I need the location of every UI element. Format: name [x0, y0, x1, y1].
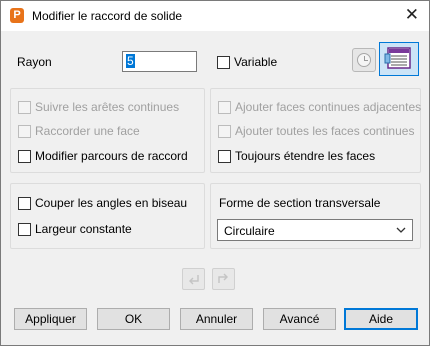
checkbox-box [217, 55, 230, 69]
checkbox-label: Ajouter toutes les faces continues [235, 124, 415, 138]
chevron-down-icon [396, 227, 406, 233]
checkbox-label: Modifier parcours de raccord [35, 149, 188, 163]
checkbox-label: Suivre les arêtes continues [35, 100, 180, 114]
variable-label: Variable [234, 55, 278, 69]
checkbox-box [18, 149, 31, 163]
help-button[interactable]: Aide [344, 308, 418, 330]
checkbox-label: Largeur constante [35, 222, 132, 236]
forward-arrow-icon [218, 273, 228, 283]
right-options-group: Ajouter faces continues adjacentes Ajout… [210, 88, 421, 173]
checkbox-box [218, 100, 231, 114]
radius-label: Rayon [17, 55, 52, 69]
radius-input[interactable]: 5 [122, 51, 197, 72]
variable-checkbox[interactable]: Variable [217, 55, 277, 69]
checkbox-box [18, 196, 31, 210]
ok-button[interactable]: OK [97, 308, 170, 330]
checkbox-label: Couper les angles en biseau [35, 196, 188, 210]
follow-continuous-edges-checkbox[interactable]: Suivre les arêtes continues [18, 100, 179, 114]
checkbox-label: Raccorder une face [35, 124, 140, 138]
app-logo-icon: P [10, 8, 24, 23]
fillet-one-face-checkbox[interactable]: Raccorder une face [18, 124, 140, 138]
advanced-button[interactable]: Avancé [263, 308, 336, 330]
cancel-button[interactable]: Annuler [180, 308, 253, 330]
title-bar[interactable]: P Modifier le raccord de solide ✕ [1, 1, 429, 31]
chamfer-corners-checkbox[interactable]: Couper les angles en biseau [18, 196, 187, 210]
checkbox-box [18, 100, 31, 114]
checkbox-box [18, 124, 31, 138]
checkbox-label: Ajouter faces continues adjacentes [235, 100, 422, 114]
modify-fillet-path-checkbox[interactable]: Modifier parcours de raccord [18, 149, 188, 163]
apply-button[interactable]: Appliquer [14, 308, 87, 330]
back-arrow-icon [189, 275, 199, 285]
checkbox-label: Toujours étendre les faces [235, 149, 376, 163]
form-table-icon [384, 47, 411, 69]
add-all-continuous-faces-checkbox[interactable]: Ajouter toutes les faces continues [218, 124, 414, 138]
add-adjacent-continuous-faces-checkbox[interactable]: Ajouter faces continues adjacentes [218, 100, 421, 114]
radius-value: 5 [126, 54, 135, 68]
corner-options-group: Couper les angles en biseau Largeur cons… [10, 183, 205, 249]
timer-button[interactable] [352, 48, 376, 72]
dialog-window: P Modifier le raccord de solide ✕ Rayon … [0, 0, 430, 346]
checkbox-box [218, 149, 231, 163]
cross-section-value: Circulaire [224, 224, 275, 238]
form-button[interactable] [379, 42, 419, 76]
always-extend-faces-checkbox[interactable]: Toujours étendre les faces [218, 149, 375, 163]
window-title: Modifier le raccord de solide [32, 9, 183, 23]
close-icon[interactable]: ✕ [405, 5, 419, 25]
cross-section-select[interactable]: Circulaire [217, 219, 413, 241]
checkbox-box [18, 222, 31, 236]
left-options-group: Suivre les arêtes continues Raccorder un… [10, 88, 205, 173]
constant-width-checkbox[interactable]: Largeur constante [18, 222, 132, 236]
back-button[interactable] [182, 268, 205, 290]
forward-button[interactable] [212, 268, 235, 290]
clock-icon [357, 53, 371, 67]
cross-section-label: Forme de section transversale [219, 196, 381, 210]
checkbox-box [218, 124, 231, 138]
